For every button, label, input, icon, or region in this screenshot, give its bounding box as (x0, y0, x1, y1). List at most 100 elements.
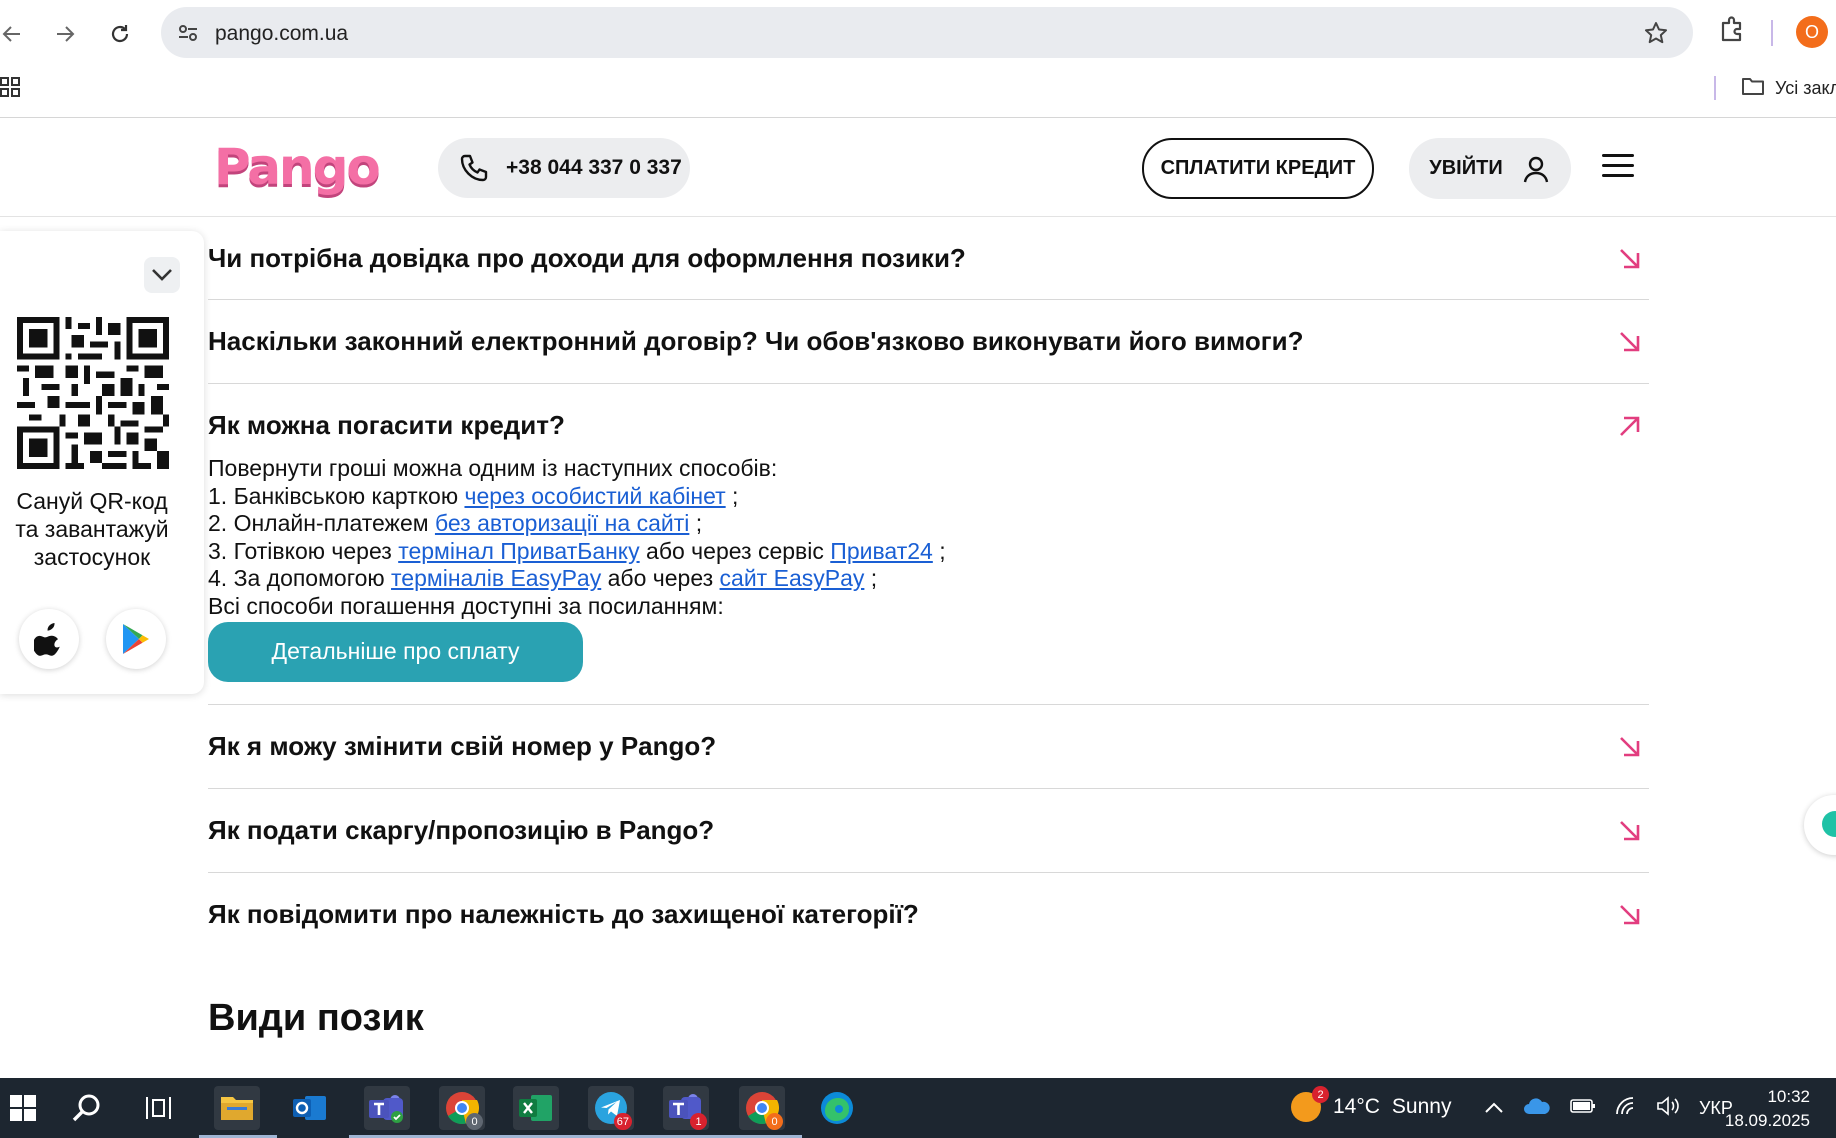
telegram-icon[interactable]: 67 (573, 1086, 651, 1138)
qr-code (17, 317, 169, 469)
clock-date: 18.09.2025 (1724, 1111, 1810, 1130)
phone-number: +38 044 337 0 337 (506, 156, 682, 179)
faq-question-text: Як повідомити про належність до захищено… (208, 899, 919, 929)
excel-icon[interactable] (498, 1086, 576, 1138)
telegram-badge: 67 (613, 1113, 632, 1130)
volume-icon[interactable] (1656, 1096, 1680, 1121)
forward-icon[interactable] (45, 14, 85, 54)
windows-start-icon[interactable] (0, 1086, 46, 1130)
chrome-profile-badge: 0 (766, 1113, 783, 1130)
faq-answer: Повернути гроші можна одним із наступних… (208, 455, 1649, 704)
arrow-down-right-icon (1620, 736, 1640, 756)
answer-line-2: 2. Онлайн-платежем без авторизації на са… (208, 510, 703, 536)
faq-question[interactable]: Як повідомити про належність до захищено… (208, 873, 1649, 956)
chevron-up-icon[interactable] (1484, 1098, 1504, 1119)
arrow-down-right-icon (1620, 820, 1640, 840)
faq-item[interactable]: Чи потрібна довідка про доходи для оформ… (208, 218, 1649, 300)
privat24-link[interactable]: Приват24 (830, 538, 933, 564)
wifi-icon[interactable] (1615, 1096, 1637, 1121)
faq-item[interactable]: Як я можу змінити свій номер у Pango? (208, 705, 1649, 789)
task-view-icon[interactable] (136, 1086, 182, 1130)
arrow-down-right-icon (1620, 331, 1640, 351)
qr-download-panel: Сануй QR-код та завантажуй застосунок (0, 231, 204, 694)
chevron-down-icon[interactable] (144, 257, 180, 293)
faq-list: Чи потрібна довідка про доходи для оформ… (208, 218, 1649, 956)
faq-item[interactable]: Наскільки законний електронний договір? … (208, 300, 1649, 384)
bookmarks-separator (1714, 76, 1716, 100)
phone-button[interactable]: +38 044 337 0 337 (438, 138, 690, 198)
phone-icon (458, 152, 490, 184)
onedrive-icon[interactable] (1523, 1097, 1551, 1120)
teams-icon[interactable] (349, 1086, 427, 1138)
temperature: 14°C (1333, 1095, 1380, 1118)
file-explorer-icon[interactable] (199, 1086, 277, 1138)
pay-credit-button[interactable]: СПЛАТИТИ КРЕДИТ (1142, 138, 1374, 199)
payment-details-button[interactable]: Детальніше про сплату (208, 622, 583, 682)
app-store-icon[interactable] (19, 609, 79, 669)
profile-avatar[interactable]: O (1796, 16, 1828, 48)
extensions-icon[interactable] (1717, 14, 1751, 48)
faq-question-text: Наскільки законний електронний договір? … (208, 326, 1304, 356)
faq-question[interactable]: Наскільки законний електронний договір? … (208, 300, 1649, 383)
site-settings-icon[interactable] (175, 20, 201, 46)
faq-question[interactable]: Як я можу змінити свій номер у Pango? (208, 705, 1649, 788)
search-icon[interactable] (64, 1086, 110, 1130)
chrome-icon[interactable]: 0 (424, 1086, 502, 1138)
arrow-down-right-icon (1620, 904, 1640, 924)
section-title: Види позик (208, 997, 424, 1039)
reload-icon[interactable] (100, 14, 140, 54)
weather-badge: 2 (1312, 1086, 1329, 1103)
browser-chrome: pango.com.ua O Усі закладки (0, 0, 1836, 118)
weather-widget[interactable]: 2 14°C Sunny (1291, 1086, 1452, 1122)
answer-intro: Повернути гроші можна одним із наступних… (208, 455, 778, 481)
pango-logo[interactable]: Pango (214, 138, 381, 196)
battery-icon[interactable] (1570, 1098, 1596, 1119)
faq-item-expanded[interactable]: Як можна погасити кредит? Повернути грош… (208, 384, 1649, 705)
menu-icon[interactable] (1602, 154, 1634, 180)
arrow-down-right-icon (1620, 248, 1640, 268)
faq-item[interactable]: Як подати скаргу/пропозицію в Pango? (208, 789, 1649, 873)
faq-question-text: Як можна погасити кредит? (208, 410, 565, 440)
all-bookmarks-button[interactable]: Усі закладки (1741, 76, 1836, 101)
weather-condition: Sunny (1391, 1095, 1452, 1118)
clock-time: 10:32 (1767, 1087, 1810, 1106)
edge-icon[interactable] (814, 1086, 860, 1130)
easypay-site-link[interactable]: сайт EasyPay (720, 565, 865, 591)
outlook-icon[interactable] (287, 1086, 333, 1130)
teams-classic-icon[interactable]: 1 (648, 1086, 726, 1138)
easypay-terminals-link[interactable]: терміналів EasyPay (391, 565, 601, 591)
privatbank-terminal-link[interactable]: термінал ПриватБанку (398, 538, 639, 564)
arrow-up-right-icon (1620, 416, 1640, 436)
sun-icon: 2 (1291, 1086, 1329, 1122)
qr-caption: Сануй QR-код та завантажуй застосунок (15, 488, 169, 570)
site-header: Pango +38 044 337 0 337 СПЛАТИТИ КРЕДИТ … (0, 118, 1836, 217)
answer-line-3: 3. Готівкою через термінал ПриватБанку а… (208, 537, 946, 564)
taskbar: 0 67 1 0 2 14°C Sunny УКР 10:32 18.09.20… (0, 1078, 1836, 1138)
no-auth-payment-link[interactable]: без авторизації на сайті (435, 510, 689, 536)
faq-question-text: Чи потрібна довідка про доходи для оформ… (208, 243, 966, 273)
back-icon[interactable] (0, 14, 32, 54)
toolbar-separator (1771, 20, 1773, 46)
chrome-badge: 0 (466, 1113, 483, 1130)
faq-question-text: Як я можу змінити свій номер у Pango? (208, 731, 717, 761)
answer-outro: Всі способи погашення доступні за посила… (208, 592, 724, 619)
teams-badge: 1 (690, 1113, 707, 1130)
url-text[interactable]: pango.com.ua (215, 22, 348, 46)
system-tray: УКР (1484, 1096, 1733, 1121)
bookmark-star-icon[interactable] (1643, 20, 1669, 46)
chrome-profile-icon[interactable]: 0 (724, 1086, 802, 1138)
faq-question[interactable]: Чи потрібна довідка про доходи для оформ… (208, 218, 1649, 299)
faq-item[interactable]: Як повідомити про належність до захищено… (208, 873, 1649, 956)
all-bookmarks-label: Усі закладки (1775, 78, 1836, 98)
faq-question[interactable]: Як подати скаргу/пропозицію в Pango? (208, 789, 1649, 872)
clock[interactable]: 10:32 18.09.2025 (1720, 1085, 1810, 1133)
apps-grid-icon[interactable] (0, 77, 22, 99)
google-play-icon[interactable] (106, 609, 166, 669)
personal-cabinet-link[interactable]: через особистий кабінет (464, 483, 725, 509)
folder-icon (1741, 76, 1765, 101)
answer-line-1: 1. Банківською карткою через особистий к… (208, 482, 739, 509)
login-button[interactable]: УВІЙТИ (1409, 138, 1571, 199)
chat-widget-icon[interactable] (1804, 795, 1836, 855)
user-icon (1521, 154, 1551, 184)
address-bar[interactable]: pango.com.ua (161, 7, 1693, 58)
